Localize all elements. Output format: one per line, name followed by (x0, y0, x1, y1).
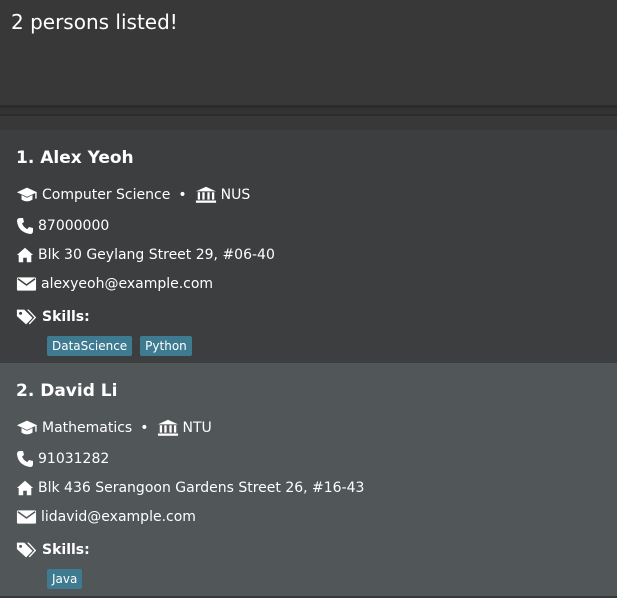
skills-label: Skills: (42, 542, 90, 558)
home-icon (16, 246, 34, 264)
person-card[interactable]: 2. David Li Mathematics • NTU 91031282 B… (0, 363, 617, 596)
home-icon (16, 479, 34, 497)
separator-bullet: • (178, 187, 187, 203)
email-text: lidavid@example.com (41, 509, 196, 525)
separator-bullet: • (140, 420, 149, 436)
phone-text: 91031282 (38, 451, 110, 467)
person-name: 2. David Li (16, 381, 118, 401)
university-building-icon (157, 419, 179, 437)
address-row: Blk 30 Geylang Street 29, #06-40 (16, 246, 275, 264)
skill-tag: DataScience (47, 336, 133, 356)
address-text: Blk 436 Serangoon Gardens Street 26, #16… (38, 480, 365, 496)
graduation-cap-icon (16, 186, 38, 204)
split-pane-divider[interactable] (0, 106, 617, 116)
skills-label: Skills: (42, 309, 90, 325)
education-row: Computer Science • NUS (16, 186, 250, 204)
tags-icon (16, 541, 38, 559)
skills-row: Skills: (16, 541, 90, 559)
phone-row: 87000000 (16, 217, 109, 235)
email-row: lidavid@example.com (16, 508, 196, 526)
envelope-icon (16, 508, 37, 526)
university-text: NUS (220, 187, 251, 203)
skills-tags: DataScience Python (47, 336, 192, 356)
envelope-icon (16, 275, 37, 293)
skill-tag: Python (140, 336, 192, 356)
skill-tag: Java (47, 569, 83, 589)
result-message: 2 persons listed! (11, 10, 178, 34)
university-text: NTU (182, 420, 212, 436)
major-text: Mathematics (42, 420, 133, 436)
phone-icon (16, 217, 34, 235)
result-display: 2 persons listed! (0, 0, 617, 106)
major-text: Computer Science (42, 187, 171, 203)
person-name: 1. Alex Yeoh (16, 148, 134, 168)
skills-row: Skills: (16, 308, 90, 326)
phone-row: 91031282 (16, 450, 109, 468)
email-text: alexyeoh@example.com (41, 276, 214, 292)
graduation-cap-icon (16, 419, 38, 437)
phone-text: 87000000 (38, 218, 110, 234)
skills-tags: Java (47, 569, 83, 589)
email-row: alexyeoh@example.com (16, 275, 213, 293)
address-row: Blk 436 Serangoon Gardens Street 26, #16… (16, 479, 364, 497)
university-building-icon (195, 186, 217, 204)
person-card[interactable]: 1. Alex Yeoh Computer Science • NUS 8700… (0, 130, 617, 363)
address-text: Blk 30 Geylang Street 29, #06-40 (38, 247, 275, 263)
phone-icon (16, 450, 34, 468)
education-row: Mathematics • NTU (16, 419, 212, 437)
tags-icon (16, 308, 38, 326)
